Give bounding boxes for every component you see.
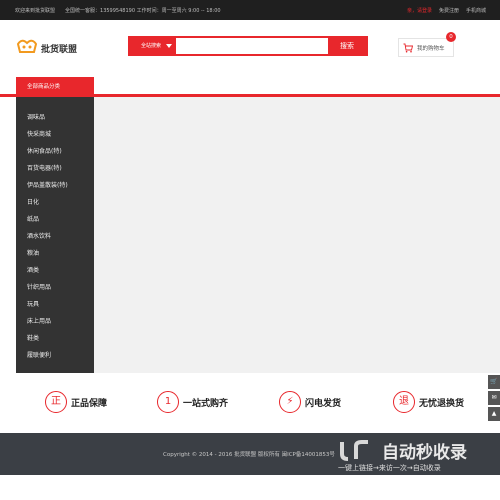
return-icon: 退 [393,391,415,413]
lightning-icon: ⚡ [279,391,301,413]
logo-icon [16,39,38,53]
category-item[interactable]: 针织用品 [16,279,94,296]
category-menu: 调味品 快采商城 休闲食品(特) 百货电器(特) 伊品盖散装(特) 日化 纸品 … [16,97,94,373]
feature-label: 无忧退换货 [419,399,465,409]
watermark: 自动秒收录 一键上链接→来访一次→自动收录 [324,436,500,476]
one-stop-icon: 1 [157,391,179,413]
category-item[interactable]: 鞋类 [16,330,94,347]
welcome-text: 欢迎来到批货联盟 [15,8,56,14]
category-item[interactable]: 百货电器(特) [16,160,94,177]
category-item[interactable]: 日化 [16,194,94,211]
cart-icon [403,43,413,53]
search-scope-label: 全站搜索 [141,43,162,49]
category-item[interactable]: 调味品 [16,109,94,126]
back-to-top-icon[interactable]: ▲ [488,407,500,421]
copyright-text: Copyright © 2014 - 2016 批货联盟 版权所有 闽ICP备1… [163,452,335,458]
category-item[interactable]: 床上用品 [16,313,94,330]
search-button[interactable]: 搜索 [328,36,366,56]
category-item[interactable]: 酒水饮料 [16,228,94,245]
register-link[interactable]: 免费注册 [439,7,459,14]
site-logo[interactable]: 批货联盟 [16,36,96,58]
feature-label: 一站式购齐 [183,399,229,409]
watermark-logo-icon [340,440,368,461]
cart-icon[interactable]: 🛒 [488,375,500,389]
category-item[interactable]: 休闲食品(特) [16,143,94,160]
mobile-store-link[interactable]: 手机商城 [466,7,486,14]
chevron-down-icon [166,44,172,48]
cart-button[interactable]: 我的购物车 0 [398,32,456,57]
cart-count-badge: 0 [446,32,456,42]
top-bar: 欢迎来到批货联盟 全国统一客服：13599548190 工作时间：周一至周六 9… [0,0,500,20]
watermark-title: 自动秒收录 [382,443,467,463]
logo-text: 批货联盟 [41,45,78,55]
all-categories-header[interactable]: 全部商品分类 [16,77,94,97]
banner-area [93,97,500,373]
hotline-text: 全国统一客服：13599548190 工作时间：周一至周六 9:00 -- 18… [65,8,221,14]
feature-label: 闪电发货 [305,399,342,409]
category-item[interactable]: 纸品 [16,211,94,228]
category-item[interactable]: 快采商城 [16,126,94,143]
side-toolbar: 🛒 ✉ ▲ [488,375,500,421]
category-item[interactable]: 伊品盖散装(特) [16,177,94,194]
category-item[interactable]: 酒类 [16,262,94,279]
genuine-icon: 正 [45,391,67,413]
cart-label: 我的购物车 [417,46,445,52]
watermark-subtitle: 一键上链接→来访一次→自动收录 [338,464,441,472]
feature-label: 正品保障 [71,399,108,409]
category-item[interactable]: 履联便利 [16,347,94,364]
search-input[interactable] [176,38,330,54]
login-link[interactable]: 亲，请登录 [407,7,432,14]
chat-icon[interactable]: ✉ [488,391,500,405]
search-scope-select[interactable]: 全站搜索 [130,38,176,54]
search-box: 全站搜索 搜索 [128,36,368,56]
category-item[interactable]: 粮油 [16,245,94,262]
service-features: 正 正品保障 1 一站式购齐 ⚡ 闪电发货 退 无忧退换货 [0,373,500,433]
site-header: 批货联盟 全站搜索 搜索 我的购物车 0 [0,20,500,76]
category-item[interactable]: 玩具 [16,296,94,313]
